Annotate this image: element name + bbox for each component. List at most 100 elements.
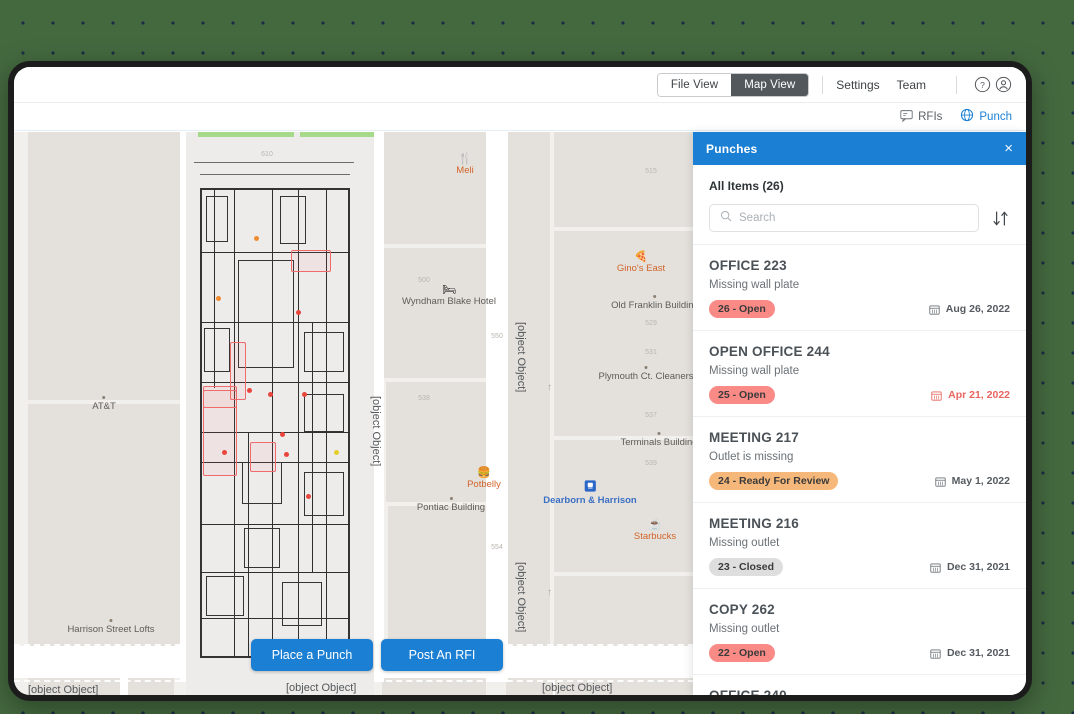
punch-meta: 25 - Open Apr 21, 2022 [709,386,1010,404]
poi-dot [102,396,105,399]
punch-description: Missing wall plate [709,365,1010,377]
search-box[interactable] [709,204,979,232]
punch-marker[interactable] [254,236,259,241]
search-icon [720,209,732,227]
punch-marker[interactable] [284,452,289,457]
list-item[interactable]: COPY 262 Missing outlet 22 - Open Dec 31… [693,589,1026,675]
punch-marker[interactable] [216,296,221,301]
punch-marker[interactable] [296,310,301,315]
map-poi-ginos-east[interactable]: 🍕 Gino's East [617,252,665,275]
punch-title: OFFICE 240 [709,688,1010,695]
help-circle-icon[interactable]: ? [974,76,991,93]
panel-title: Punches [706,142,757,156]
punch-marker[interactable] [302,392,307,397]
poi-dot [658,432,661,435]
street-label-s-dearborn-2: [object Object] [515,562,527,632]
tab-map-view[interactable]: Map View [731,74,808,96]
poi-dot [449,497,452,500]
map-address: 538 [418,395,430,402]
list-item[interactable]: OFFICE 223 Missing wall plate 26 - Open … [693,245,1026,331]
device-frame: File View Map View Settings Team ? RFIs [8,61,1032,701]
calendar-icon [930,648,941,659]
direction-arrow-icon: ↑ [547,382,552,393]
punch-date-text: Apr 21, 2022 [948,389,1010,401]
map-poi-starbucks[interactable]: ☕ Starbucks [634,520,676,543]
map-poi-pontiac-building[interactable]: Pontiac Building [417,497,485,514]
floorplan-red-annotation[interactable] [291,250,331,272]
direction-arrow-icon: ↑ [547,587,552,598]
map-poi-dearborn-harrison[interactable]: Dearborn & Harrison [543,480,636,507]
punch-title: MEETING 216 [709,516,1010,531]
punch-globe-icon [960,108,974,125]
punch-marker[interactable] [268,392,273,397]
status-badge: 25 - Open [709,386,775,404]
nav-settings[interactable]: Settings [836,78,879,92]
map-block [382,248,486,378]
floorplan-overlay[interactable] [186,132,374,695]
map-block [28,404,180,646]
punch-date-text: May 1, 2022 [952,475,1010,487]
post-an-rfi-button[interactable]: Post An RFI [381,639,503,671]
punch-date: Aug 26, 2022 [929,303,1010,315]
punch-description: Missing wall plate [709,279,1010,291]
floorplan-marker [198,132,294,137]
list-item[interactable]: OFFICE 240 [693,675,1026,695]
punch-date: Dec 31, 2021 [930,647,1010,659]
toggle-rfis[interactable]: RFIs [900,109,942,125]
panel-summary: All Items (26) [693,165,1026,193]
place-a-punch-button[interactable]: Place a Punch [251,639,373,671]
street-label-harrison-3: [object Object] [542,682,612,694]
punch-marker[interactable] [222,450,227,455]
punch-date: Apr 21, 2022 [931,389,1010,401]
list-item[interactable]: MEETING 216 Missing outlet 23 - Closed D… [693,503,1026,589]
all-items-count: All Items (26) [709,179,1010,193]
map-poi-plymouth-ct-cleaners[interactable]: Plymouth Ct. Cleaners [598,366,693,383]
map-address: 537 [645,412,657,419]
tab-file-view[interactable]: File View [658,74,731,96]
account-circle-icon[interactable] [995,76,1012,93]
calendar-icon [931,390,942,401]
toggle-punch[interactable]: Punch [960,108,1012,125]
map-poi-wyndham-blake-hotel[interactable]: 🛏 Wyndham Blake Hotel [402,285,496,308]
map-block [28,132,180,400]
punch-title: OFFICE 223 [709,258,1010,273]
punch-marker[interactable] [280,432,285,437]
punch-date-text: Dec 31, 2021 [947,561,1010,573]
toolbar-divider-2 [956,76,957,94]
view-toggle-group[interactable]: File View Map View [657,73,809,97]
app-screen: File View Map View Settings Team ? RFIs [14,67,1026,695]
hotel-icon: 🛏 [402,285,496,296]
punch-marker[interactable] [247,388,252,393]
close-icon[interactable]: × [1004,141,1013,156]
punch-marker[interactable] [334,450,339,455]
punch-meta: 26 - Open Aug 26, 2022 [709,300,1010,318]
punch-date-text: Aug 26, 2022 [946,303,1010,315]
list-item[interactable]: MEETING 217 Outlet is missing 24 - Ready… [693,417,1026,503]
street-label-s-federal: [object Object] [370,396,382,466]
floorplan-red-annotation[interactable] [250,442,276,472]
punch-marker[interactable] [306,494,311,499]
search-input[interactable] [739,212,968,224]
map-poi-potbelly[interactable]: 🍔 Potbelly [467,468,501,491]
map-address: 515 [645,168,657,175]
map-poi-att[interactable]: AT&T [92,396,116,413]
sort-arrows-icon[interactable] [991,209,1010,228]
list-item[interactable]: OPEN OFFICE 244 Missing wall plate 25 - … [693,331,1026,417]
nav-team[interactable]: Team [897,78,926,92]
map-block [554,132,704,227]
punch-list[interactable]: OFFICE 223 Missing wall plate 26 - Open … [693,245,1026,695]
floorplan-red-annotation[interactable] [203,390,237,476]
map-poi-meli[interactable]: 🍴 Meli [456,154,473,177]
restaurant-icon: 🍴 [456,154,473,165]
pizza-icon: 🍕 [617,252,665,263]
map-poi-harrison-street-lofts[interactable]: Harrison Street Lofts [67,619,154,636]
coffee-icon: ☕ [634,520,676,531]
punch-title: OPEN OFFICE 244 [709,344,1010,359]
punch-label: Punch [979,111,1012,123]
punch-meta: 24 - Ready For Review May 1, 2022 [709,472,1010,490]
map-poi-terminals-building[interactable]: Terminals Building [620,432,697,449]
punch-meta: 22 - Open Dec 31, 2021 [709,644,1010,662]
punch-meta: 23 - Closed Dec 31, 2021 [709,558,1010,576]
map-address: 500 [418,277,430,284]
map-poi-old-franklin-building[interactable]: Old Franklin Building [611,295,699,312]
